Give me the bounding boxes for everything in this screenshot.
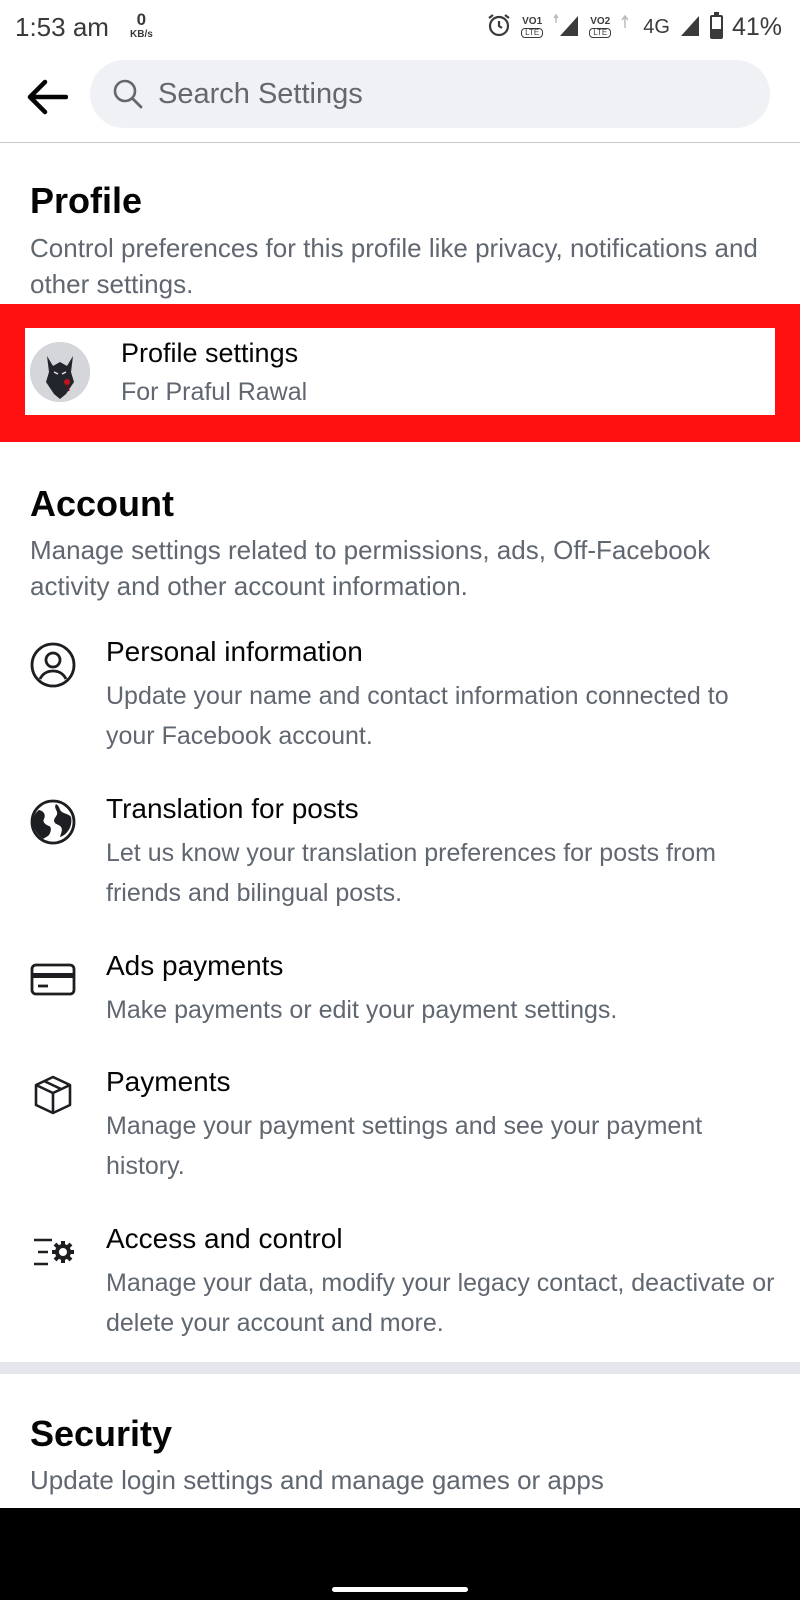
profile-section-description: Control preferences for this profile lik… [30,233,758,299]
person-circle-icon [28,640,78,690]
back-arrow-icon [27,79,68,115]
item-title: Personal information [106,636,363,667]
item-description: Manage your data, modify your legacy con… [106,1269,775,1337]
item-description: Make payments or edit your payment setti… [106,996,618,1024]
list-gear-icon [28,1227,78,1277]
payments-item[interactable]: Payments Manage your payment settings an… [0,1066,800,1186]
battery-percent: 41% [731,12,782,41]
avatar [30,342,90,402]
item-title: Translation for posts [106,793,359,824]
search-input[interactable]: Search Settings [90,60,770,128]
status-time: 1:53 am [15,12,109,42]
highlight-box: Profile settings For Praful Rawal [0,304,800,442]
back-button[interactable] [22,72,72,122]
profile-settings-subtitle: For Praful Rawal [121,378,308,406]
network-speed-unit: KB/s [130,29,153,40]
item-title: Access and control [106,1223,343,1254]
item-description: Update your name and contact information… [106,682,729,750]
top-bar: Search Settings [0,56,800,143]
status-icons: VO1 LTE VO2 LTE 4G 41% [486,10,782,44]
status-bar: 1:53 am 0 KB/s VO1 LTE VO2 LTE 4G 41% [0,0,800,56]
item-title: Payments [106,1066,231,1097]
translation-for-posts-item[interactable]: Translation for posts Let us know your t… [0,793,800,913]
sim2-volte-badge: VO2 LTE [589,15,612,38]
signal-icon [620,12,634,43]
section-divider [0,1362,800,1374]
home-indicator[interactable] [332,1587,468,1592]
security-section-description: Update login settings and manage games o… [30,1465,604,1495]
box-icon [28,1070,78,1120]
profile-settings-title: Profile settings [121,338,299,368]
globe-icon [28,797,78,847]
profile-section-title: Profile [30,180,143,221]
item-description: Let us know your translation preferences… [106,839,717,907]
access-and-control-item[interactable]: Access and control Manage your data, mod… [0,1223,800,1343]
signal-icon [552,12,580,43]
profile-settings-row[interactable]: Profile settings For Praful Rawal [25,328,775,415]
battery-icon [709,12,723,39]
item-title: Ads payments [106,950,284,981]
account-section-description: Manage settings related to permissions, … [30,535,711,601]
navigation-bar [0,1508,800,1600]
sim1-volte-badge: VO1 LTE [521,15,544,38]
ads-payments-item[interactable]: Ads payments Make payments or edit your … [0,950,800,1030]
signal-icon [679,12,701,43]
item-description: Manage your payment settings and see you… [106,1112,703,1180]
search-icon [112,78,144,110]
network-speed: 0 KB/s [130,11,153,40]
account-section-title: Account [30,483,174,524]
personal-information-item[interactable]: Personal information Update your name an… [0,636,800,756]
security-section-title: Security [30,1413,173,1454]
search-placeholder: Search Settings [158,77,363,110]
alarm-icon [486,12,512,43]
network-type: 4G [643,15,670,38]
credit-card-icon [28,954,78,1004]
network-speed-value: 0 [136,10,147,29]
